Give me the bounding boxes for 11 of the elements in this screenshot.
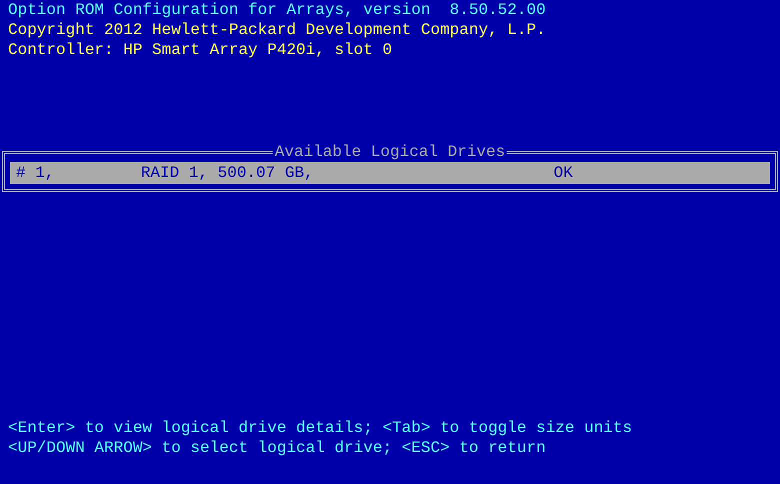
drive-status: OK bbox=[554, 163, 573, 183]
header-line: Option ROM Configuration for Arrays, version 8.50.52.00 bbox=[8, 0, 546, 20]
panel-title: Available Logical Drives bbox=[272, 142, 508, 162]
drive-number: # 1, bbox=[16, 163, 56, 183]
header-line: Copyright 2012 Hewlett-Packard Development Company, L.P. bbox=[8, 20, 546, 40]
header-line: Controller: HP Smart Array P420i, slot 0 bbox=[8, 40, 392, 60]
logical-drive-row[interactable]: # 1, RAID 1, 500.07 GB, OK bbox=[10, 162, 770, 184]
help-line: <UP/DOWN ARROW> to select logical drive; <ESC> to return bbox=[8, 438, 546, 458]
drive-size: 500.07 GB, bbox=[218, 163, 315, 183]
help-line: <Enter> to view logical drive details; <Tab> to toggle size units bbox=[8, 418, 632, 438]
raid-level: RAID 1, bbox=[140, 163, 210, 183]
